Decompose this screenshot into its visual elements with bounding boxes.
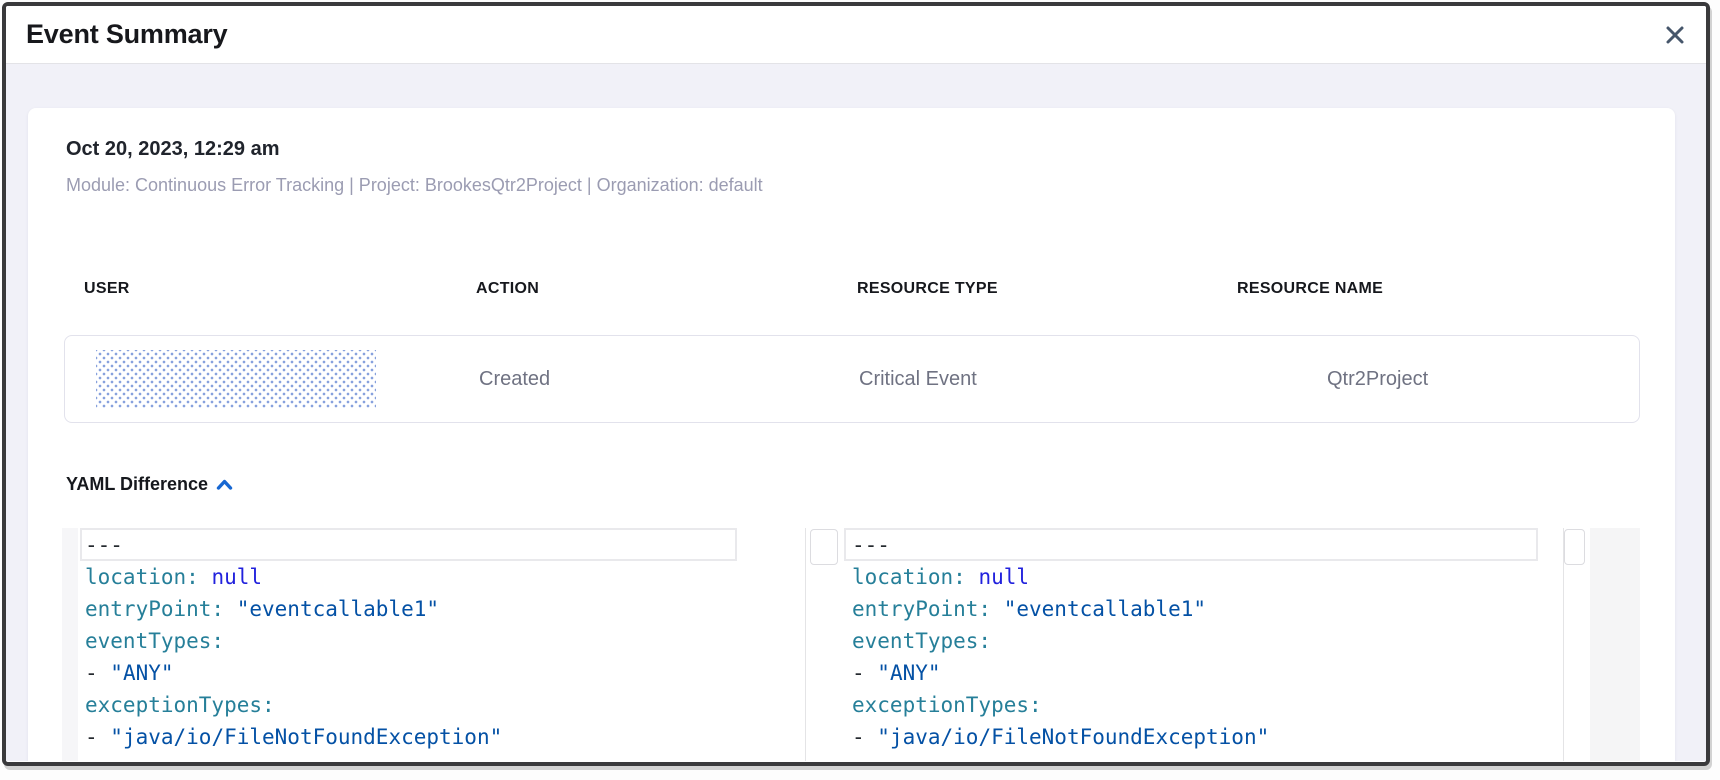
- yaml-code-line: location: null: [852, 561, 1269, 593]
- diff-pane-divider: [805, 528, 806, 761]
- event-meta-line: Module: Continuous Error Tracking | Proj…: [66, 175, 763, 196]
- cell-resource-type: Critical Event: [859, 336, 977, 422]
- event-timestamp: Oct 20, 2023, 12:29 am: [66, 138, 279, 161]
- yaml-difference-toggle[interactable]: YAML Difference: [66, 474, 233, 495]
- yaml-difference-label: YAML Difference: [66, 474, 208, 495]
- chevron-up-icon: [216, 478, 233, 491]
- yaml-code-line: - "ANY": [852, 657, 1269, 689]
- yaml-diff-editor: ---location: nullentryPoint: "eventcalla…: [78, 528, 1640, 761]
- event-table-row: Created Critical Event Qtr2Project: [64, 335, 1640, 423]
- column-header-action: ACTION: [476, 280, 539, 298]
- cell-action: Created: [479, 336, 550, 422]
- yaml-diff-left-pane[interactable]: ---location: nullentryPoint: "eventcalla…: [85, 529, 502, 753]
- diff-overview-ruler: [1590, 528, 1640, 761]
- diff-left-gutter: [62, 528, 78, 761]
- column-header-resource-name: RESOURCE NAME: [1237, 280, 1383, 298]
- event-summary-modal: Event Summary Oct 20, 2023, 12:29 am Mod…: [2, 2, 1710, 766]
- yaml-diff-right-pane[interactable]: ---location: nullentryPoint: "eventcalla…: [852, 529, 1269, 753]
- right-pane-scrollbar-thumb[interactable]: [1564, 529, 1585, 565]
- yaml-code-line: eventTypes:: [852, 625, 1269, 657]
- close-button[interactable]: [1664, 24, 1686, 46]
- yaml-code-line: entryPoint: "eventcallable1": [85, 593, 502, 625]
- yaml-code-line: - "ANY": [85, 657, 502, 689]
- yaml-code-line: entryPoint: "eventcallable1": [852, 593, 1269, 625]
- event-card: Oct 20, 2023, 12:29 am Module: Continuou…: [28, 108, 1675, 761]
- yaml-code-line: exceptionTypes:: [85, 689, 502, 721]
- yaml-code-line: - "java/io/FileNotFoundException": [85, 721, 502, 753]
- modal-header: Event Summary: [6, 6, 1706, 64]
- column-header-user: USER: [84, 280, 130, 298]
- left-pane-scrollbar-thumb[interactable]: [810, 529, 838, 565]
- close-icon: [1664, 24, 1686, 46]
- modal-body: Oct 20, 2023, 12:29 am Module: Continuou…: [6, 64, 1706, 761]
- yaml-code-line: ---: [852, 529, 1269, 561]
- yaml-code-line: - "java/io/FileNotFoundException": [852, 721, 1269, 753]
- yaml-code-line: location: null: [85, 561, 502, 593]
- yaml-code-line: exceptionTypes:: [852, 689, 1269, 721]
- column-header-resource-type: RESOURCE TYPE: [857, 280, 998, 298]
- redacted-user-pattern: [96, 350, 376, 408]
- cell-resource-name: Qtr2Project: [1327, 336, 1428, 422]
- modal-title: Event Summary: [6, 19, 227, 50]
- yaml-code-line: ---: [85, 529, 502, 561]
- yaml-code-line: eventTypes:: [85, 625, 502, 657]
